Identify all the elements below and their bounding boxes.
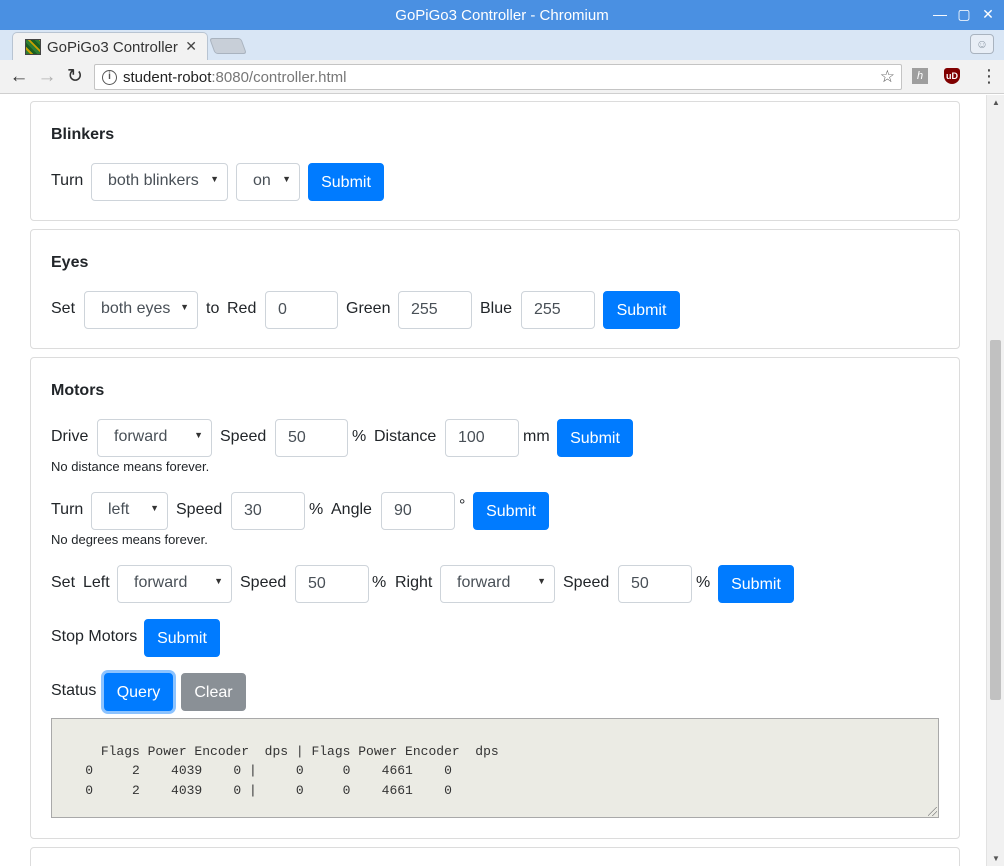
drive-distance-input[interactable]: 100 (445, 419, 519, 457)
scrollbar-thumb[interactable] (990, 340, 1001, 700)
eyes-card: Eyes Set both eyes ▼ to Red 0 Green 255 B… (30, 229, 960, 349)
turn-submit-button[interactable]: Submit (473, 492, 549, 530)
back-arrow-icon[interactable]: ← (8, 66, 30, 88)
stop-submit-button[interactable]: Submit (144, 619, 220, 657)
right-speed-label: Speed (563, 574, 610, 591)
eyes-blue-label: Blue (480, 300, 513, 317)
eyes-blue-input[interactable]: 255 (521, 291, 595, 329)
tab-title: GoPiGo3 Controller (47, 39, 178, 56)
chevron-down-icon: ▼ (150, 503, 159, 513)
query-button[interactable]: Query (104, 673, 173, 711)
turn-label: Turn (51, 501, 84, 518)
chevron-down-icon: ▼ (282, 174, 291, 184)
set-submit-button[interactable]: Submit (718, 565, 794, 603)
right-speed-input[interactable]: 50 (618, 565, 692, 603)
chevron-down-icon: ▼ (214, 576, 223, 586)
eyes-submit-button[interactable]: Submit (603, 291, 680, 329)
blinkers-which-select[interactable]: both blinkers ▼ (91, 163, 228, 201)
next-card (30, 847, 960, 866)
drive-distance-label: Distance (374, 428, 437, 445)
eyes-red-label: Red (227, 300, 257, 317)
eyes-which-select[interactable]: both eyes ▼ (84, 291, 198, 329)
reload-icon[interactable]: ↻ (64, 66, 86, 88)
left-percent-label: % (372, 574, 387, 591)
turn-unit-label: ° (459, 497, 466, 514)
profile-icon[interactable]: ☺ (970, 34, 994, 54)
motors-card: Motors Drive forward ▼ Speed 50 % Distanc… (30, 357, 960, 839)
page-content: Blinkers Turn both blinkers ▼ on ▼ Submit … (0, 95, 986, 866)
chevron-down-icon: ▼ (180, 302, 189, 312)
clear-button[interactable]: Clear (181, 673, 246, 711)
drive-direction-select[interactable]: forward ▼ (97, 419, 212, 457)
drive-percent-label: % (352, 428, 367, 445)
drive-unit-label: mm (523, 428, 550, 445)
motors-heading: Motors (51, 382, 105, 399)
drive-label: Drive (51, 428, 89, 445)
vertical-scrollbar[interactable]: ▲ ▼ (986, 95, 1004, 866)
set-label: Set (51, 574, 76, 591)
turn-angle-input[interactable]: 90 (381, 492, 455, 530)
forward-arrow-icon[interactable]: → (36, 66, 58, 88)
eyes-green-input[interactable]: 255 (398, 291, 472, 329)
window-title: GoPiGo3 Controller - Chromium (395, 7, 609, 24)
new-tab-button[interactable] (209, 38, 247, 54)
status-output-text: Flags Power Encoder dps | Flags Power En… (85, 743, 499, 798)
set-left-label: Left (83, 574, 110, 591)
right-percent-label: % (696, 574, 711, 591)
blinkers-turn-label: Turn (51, 172, 84, 189)
robot-favicon-icon (25, 39, 41, 55)
blinkers-state-select[interactable]: on ▼ (236, 163, 300, 201)
drive-speed-input[interactable]: 50 (275, 419, 348, 457)
minimize-icon[interactable]: — (930, 4, 950, 24)
turn-speed-label: Speed (176, 501, 223, 518)
bookmark-star-icon[interactable]: ☆ (880, 67, 895, 87)
chevron-down-icon: ▼ (210, 174, 219, 184)
menu-kebab-icon[interactable]: ⋮ (980, 66, 998, 87)
eyes-red-input[interactable]: 0 (265, 291, 338, 329)
blinkers-heading: Blinkers (51, 126, 115, 143)
turn-percent-label: % (309, 501, 324, 518)
close-tab-icon[interactable]: ✕ (185, 38, 197, 55)
scroll-up-arrow-icon[interactable]: ▲ (992, 98, 1000, 107)
info-icon[interactable]: i (102, 70, 117, 85)
chevron-down-icon: ▼ (537, 576, 546, 586)
window-titlebar: GoPiGo3 Controller - Chromium — ▢ ✕ (0, 0, 1004, 30)
drive-submit-button[interactable]: Submit (557, 419, 633, 457)
eyes-set-label: Set (51, 300, 76, 317)
scroll-down-arrow-icon[interactable]: ▼ (992, 854, 1000, 863)
stop-motors-label: Stop Motors (51, 628, 138, 645)
tab-strip: GoPiGo3 Controller ✕ ☺ (0, 30, 1004, 60)
eyes-green-label: Green (346, 300, 391, 317)
left-speed-label: Speed (240, 574, 287, 591)
left-speed-input[interactable]: 50 (295, 565, 369, 603)
set-right-label: Right (395, 574, 433, 591)
url-text[interactable]: student-robot:8080/controller.html (123, 69, 346, 86)
turn-direction-select[interactable]: left ▼ (91, 492, 168, 530)
turn-speed-input[interactable]: 30 (231, 492, 305, 530)
eyes-heading: Eyes (51, 254, 89, 271)
eyes-to-label: to (206, 300, 220, 317)
ublock-icon[interactable]: uD (944, 68, 960, 84)
right-direction-select[interactable]: forward ▼ (440, 565, 555, 603)
address-bar[interactable]: i student-robot:8080/controller.html ☆ (94, 64, 902, 90)
left-direction-select[interactable]: forward ▼ (117, 565, 232, 603)
status-label: Status (51, 682, 97, 699)
maximize-icon[interactable]: ▢ (954, 4, 974, 24)
status-output-textarea[interactable]: Flags Power Encoder dps | Flags Power En… (51, 718, 939, 818)
turn-angle-label: Angle (331, 501, 372, 518)
blinkers-submit-button[interactable]: Submit (308, 163, 384, 201)
extension-h-icon[interactable]: h (912, 68, 928, 84)
drive-hint-text: No distance means forever. (51, 459, 210, 474)
turn-hint-text: No degrees means forever. (51, 532, 208, 547)
close-window-icon[interactable]: ✕ (978, 4, 998, 24)
blinkers-card: Blinkers Turn both blinkers ▼ on ▼ Submit (30, 101, 960, 221)
browser-toolbar: ← → ↻ i student-robot:8080/controller.ht… (0, 60, 1004, 94)
chevron-down-icon: ▼ (194, 430, 203, 440)
resize-handle-icon[interactable] (928, 807, 937, 816)
browser-tab[interactable]: GoPiGo3 Controller ✕ (12, 32, 208, 60)
drive-speed-label: Speed (220, 428, 267, 445)
